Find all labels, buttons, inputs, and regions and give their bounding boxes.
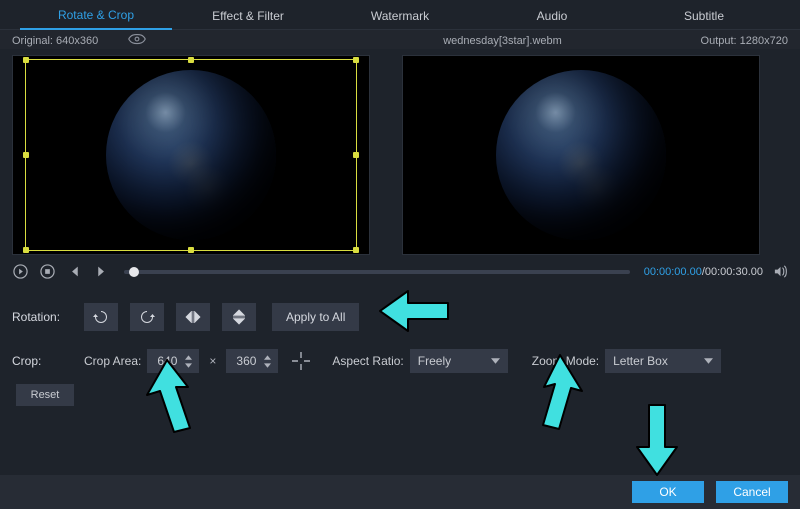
crop-width-down[interactable]	[183, 361, 193, 369]
crop-height-value: 360	[236, 354, 256, 368]
play-button[interactable]	[12, 263, 29, 280]
rotate-left-button[interactable]	[84, 303, 118, 331]
time-current: 00:00:00.00	[644, 266, 702, 278]
preview-output	[402, 55, 760, 255]
next-frame-button[interactable]	[93, 263, 110, 280]
crop-handle[interactable]	[353, 152, 359, 158]
crop-width-value: 640	[157, 354, 177, 368]
ok-button[interactable]: OK	[632, 481, 704, 503]
crop-height-up[interactable]	[262, 353, 272, 361]
zoom-mode-label: Zoom Mode:	[532, 354, 599, 368]
crop-handle[interactable]	[353, 247, 359, 253]
crop-label: Crop:	[12, 354, 84, 368]
aspect-ratio-label: Aspect Ratio:	[332, 354, 403, 368]
flip-horizontal-button[interactable]	[176, 303, 210, 331]
flip-vertical-button[interactable]	[222, 303, 256, 331]
crop-area-label: Crop Area:	[84, 354, 141, 368]
crop-handle[interactable]	[188, 247, 194, 253]
original-size-label: Original: 640x360	[12, 35, 98, 47]
crop-width-up[interactable]	[183, 353, 193, 361]
stop-button[interactable]	[39, 263, 56, 280]
preview-visibility-icon[interactable]	[128, 33, 146, 48]
progress-thumb[interactable]	[129, 267, 139, 277]
cancel-button[interactable]: Cancel	[716, 481, 788, 503]
crop-handle[interactable]	[23, 57, 29, 63]
crop-height-input[interactable]: 360	[226, 349, 278, 373]
preview-image	[496, 70, 666, 240]
crop-handle[interactable]	[188, 57, 194, 63]
filename-label: wednesday[3star].webm	[392, 35, 613, 47]
crop-height-down[interactable]	[262, 361, 272, 369]
tab-rotate-crop[interactable]: Rotate & Crop	[20, 1, 172, 30]
output-size-label: Output: 1280x720	[613, 35, 788, 47]
crop-handle[interactable]	[23, 152, 29, 158]
aspect-ratio-select[interactable]: Freely	[410, 349, 508, 373]
tab-audio[interactable]: Audio	[476, 2, 628, 29]
tab-effect-filter[interactable]: Effect & Filter	[172, 2, 324, 29]
tab-watermark[interactable]: Watermark	[324, 2, 476, 29]
tab-subtitle[interactable]: Subtitle	[628, 2, 780, 29]
reset-button[interactable]: Reset	[16, 384, 74, 406]
prev-frame-button[interactable]	[66, 263, 83, 280]
crop-handle[interactable]	[23, 247, 29, 253]
volume-icon[interactable]	[773, 264, 788, 279]
crop-width-input[interactable]: 640	[147, 349, 199, 373]
dimensions-separator: ×	[209, 354, 216, 368]
rotation-label: Rotation:	[12, 310, 84, 324]
crop-frame[interactable]	[25, 59, 357, 251]
progress-slider[interactable]	[124, 270, 630, 274]
rotate-right-button[interactable]	[130, 303, 164, 331]
crop-handle[interactable]	[353, 57, 359, 63]
apply-to-all-button[interactable]: Apply to All	[272, 303, 359, 331]
time-total: /00:00:30.00	[702, 266, 763, 278]
preview-original[interactable]	[12, 55, 370, 255]
center-crop-button[interactable]	[286, 349, 316, 373]
aspect-ratio-value: Freely	[418, 354, 451, 368]
zoom-mode-select[interactable]: Letter Box	[605, 349, 721, 373]
zoom-mode-value: Letter Box	[613, 354, 668, 368]
